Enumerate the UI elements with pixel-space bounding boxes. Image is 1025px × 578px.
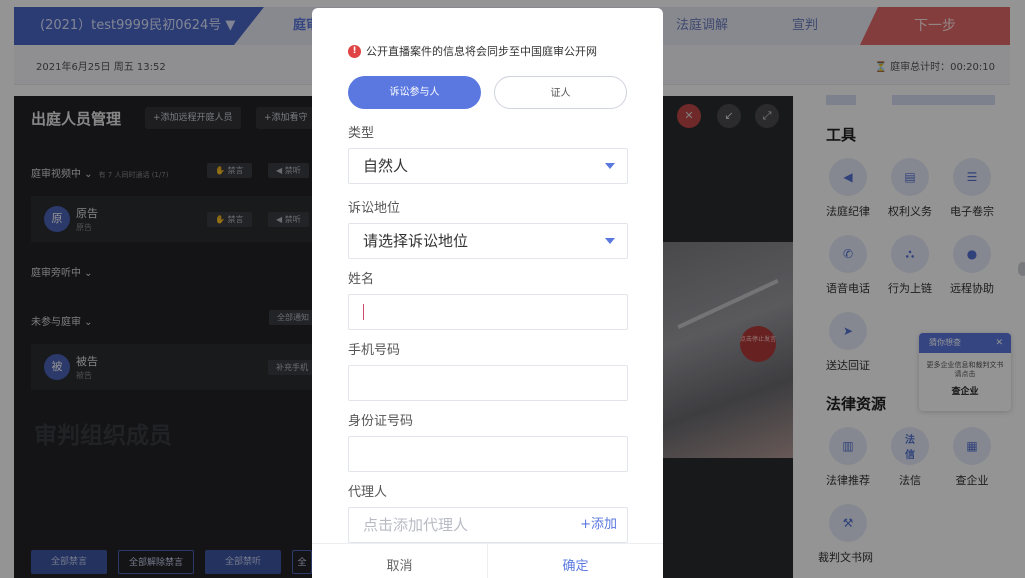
position-label: 诉讼地位 xyxy=(348,201,401,216)
cancel-button[interactable]: 取消 xyxy=(312,544,487,578)
name-label: 姓名 xyxy=(348,272,375,287)
live-notice: ! 公开直播案件的信息将会同步至中国庭审公开网 xyxy=(348,43,597,59)
phone-label: 手机号码 xyxy=(348,343,401,358)
add-participant-dialog: ! 公开直播案件的信息将会同步至中国庭审公开网 诉讼参与人 证人 类型 自然人 … xyxy=(312,8,663,578)
type-value: 自然人 xyxy=(363,157,409,175)
type-label: 类型 xyxy=(348,126,375,141)
tab-litigant[interactable]: 诉讼参与人 xyxy=(348,76,481,109)
position-select[interactable]: 请选择诉讼地位 xyxy=(348,223,628,259)
warning-icon: ! xyxy=(348,44,361,58)
notice-text: 公开直播案件的信息将会同步至中国庭审公开网 xyxy=(366,45,597,58)
confirm-button[interactable]: 确定 xyxy=(487,544,663,578)
id-number-label: 身份证号码 xyxy=(348,414,414,429)
phone-input[interactable] xyxy=(348,365,628,401)
position-placeholder: 请选择诉讼地位 xyxy=(363,232,469,250)
type-select[interactable]: 自然人 xyxy=(348,148,628,184)
agent-placeholder: 点击添加代理人 xyxy=(363,516,469,534)
text-cursor xyxy=(363,304,364,320)
name-input[interactable] xyxy=(348,294,628,330)
chevron-down-icon xyxy=(605,238,615,244)
agent-label: 代理人 xyxy=(348,485,388,500)
id-number-input[interactable] xyxy=(348,436,628,472)
tab-witness[interactable]: 证人 xyxy=(494,76,627,109)
add-agent-button[interactable]: +添加 xyxy=(580,508,617,542)
chevron-down-icon xyxy=(605,163,615,169)
dialog-footer: 取消 确定 xyxy=(312,543,663,578)
add-agent-field[interactable]: 点击添加代理人 +添加 xyxy=(348,507,628,543)
